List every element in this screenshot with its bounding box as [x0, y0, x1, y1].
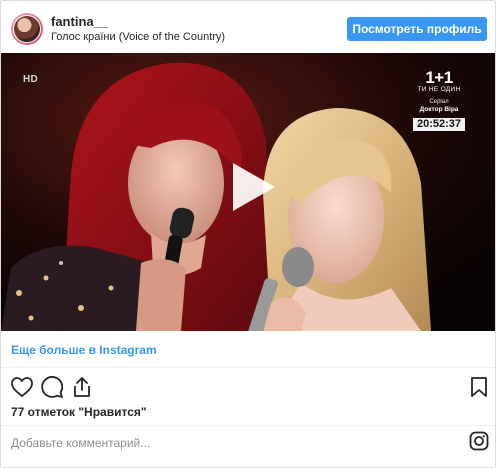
channel-slogan: ТИ НЕ ОДИН — [417, 86, 461, 93]
view-profile-button[interactable]: Посмотреть профиль — [347, 17, 487, 41]
divider — [1, 367, 495, 368]
comment-icon[interactable] — [40, 375, 64, 399]
instagram-embed: fantina__ Голос країни (Voice of the Cou… — [0, 0, 496, 468]
location-link[interactable]: Голос країни (Voice of the Country) — [51, 31, 225, 43]
comment-input[interactable] — [11, 433, 451, 453]
share-icon[interactable] — [70, 375, 94, 399]
avatar[interactable] — [11, 13, 43, 45]
broadcast-time: 20:52:37 — [413, 118, 465, 131]
show-title: Доктор Віра — [419, 106, 459, 113]
likes-count[interactable]: 77 отметок "Нравится" — [11, 405, 147, 419]
post-header: fantina__ Голос країни (Voice of the Cou… — [1, 1, 495, 57]
instagram-icon[interactable] — [469, 431, 489, 451]
username[interactable]: fantina__ — [51, 14, 108, 29]
channel-name: 1+1 — [425, 68, 453, 87]
bookmark-icon[interactable] — [467, 375, 491, 399]
video-player[interactable]: HD 1+1 ТИ НЕ ОДИН Серіал Доктор Віра 20:… — [1, 53, 495, 331]
hd-badge: HD — [23, 74, 39, 85]
show-label: Серіал — [429, 99, 449, 105]
divider — [1, 425, 495, 426]
more-on-instagram-link[interactable]: Еще больше в Instagram — [11, 343, 157, 357]
play-icon[interactable] — [227, 161, 279, 213]
heart-icon[interactable] — [10, 375, 34, 399]
